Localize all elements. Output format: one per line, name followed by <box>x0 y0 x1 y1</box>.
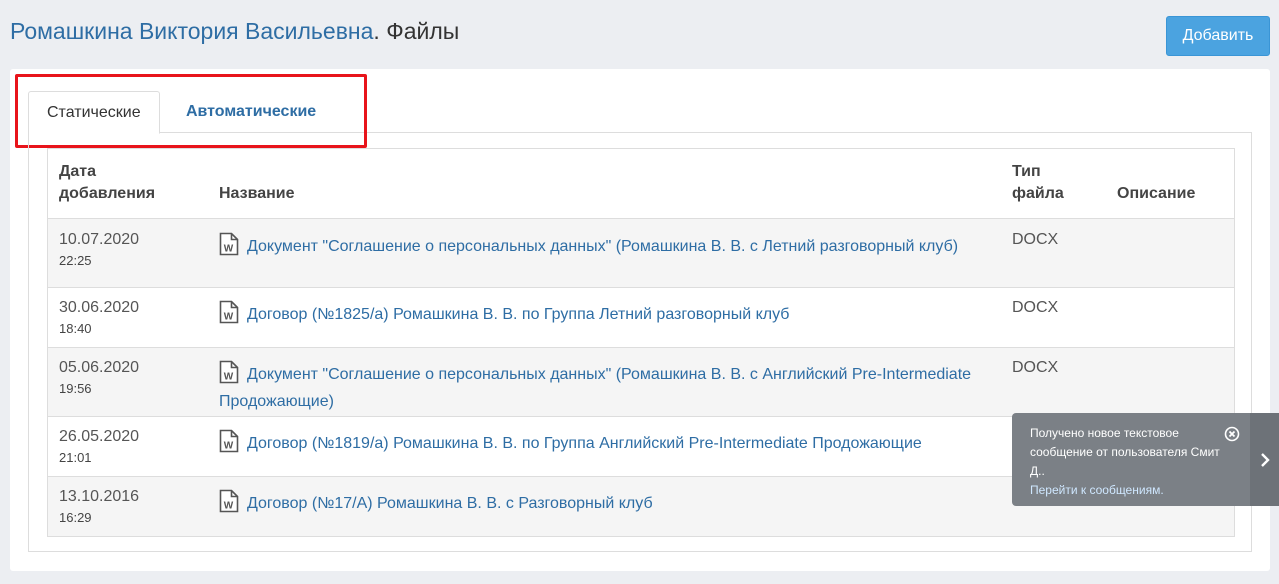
row-date: 26.05.2020 21:01 <box>59 428 140 465</box>
row-type: DOCX <box>1012 359 1059 376</box>
file-link[interactable]: Договор (№1825/а) Ромашкина В. В. по Гру… <box>247 306 789 323</box>
table-row: 10.07.2020 22:25 W Документ "Соглашение о… <box>48 218 1234 287</box>
svg-text:W: W <box>224 372 234 383</box>
table-row: 05.06.2020 19:56 W Документ "Соглашение о… <box>48 347 1234 416</box>
word-document-icon: W <box>219 360 239 391</box>
file-link[interactable]: Договор (№17/А) Ромашкина В. В. с Разгов… <box>247 495 653 512</box>
page-title: Ромашкина Виктория Васильевна. Файлы <box>10 16 459 46</box>
row-name: W Договор (№17/А) Ромашкина В. В. с Разго… <box>219 489 979 520</box>
notification-expand-button[interactable] <box>1250 413 1279 506</box>
row-name: W Договор (№1819/а) Ромашкина В. В. по Гр… <box>219 429 1019 460</box>
column-header-description: Описание <box>1117 185 1196 202</box>
tab-automatic-label: Автоматические <box>186 103 317 120</box>
row-date: 13.10.2016 16:29 <box>59 488 140 525</box>
row-name: W Документ "Соглашение о персональных дан… <box>219 360 979 413</box>
word-document-icon: W <box>219 489 239 520</box>
notification-message: Получено новое текстовое сообщение от по… <box>1030 426 1220 478</box>
column-header-type: Тип файла <box>1012 163 1064 202</box>
notification-toast: Получено новое текстовое сообщение от по… <box>1012 413 1279 506</box>
row-date: 05.06.2020 19:56 <box>59 359 140 396</box>
row-type: DOCX <box>1012 231 1059 248</box>
column-header-name: Название <box>219 185 295 202</box>
row-name: W Договор (№1825/а) Ромашкина В. В. по Гр… <box>219 300 979 331</box>
svg-text:W: W <box>224 441 234 452</box>
file-link[interactable]: Документ "Соглашение о персональных данн… <box>219 366 971 410</box>
table-header: Дата добавления Название Тип файла Описани… <box>48 149 1234 218</box>
page-title-suffix: . Файлы <box>373 18 460 44</box>
word-document-icon: W <box>219 300 239 331</box>
chevron-right-icon <box>1261 453 1270 467</box>
notification-link[interactable]: Перейти к сообщениям. <box>1030 483 1164 497</box>
row-name: W Документ "Соглашение о персональных дан… <box>219 232 979 263</box>
tabs-bar: Статические Автоматические <box>28 91 1252 134</box>
close-circle-icon[interactable] <box>1224 426 1240 442</box>
svg-text:W: W <box>224 244 234 255</box>
notification-body: Получено новое текстовое сообщение от по… <box>1030 424 1230 500</box>
row-type: DOCX <box>1012 299 1059 316</box>
tab-automatic[interactable]: Автоматические <box>168 91 334 134</box>
row-date: 30.06.2020 18:40 <box>59 299 140 336</box>
tab-static-label: Статические <box>47 104 141 121</box>
add-button[interactable]: Добавить <box>1166 16 1270 56</box>
word-document-icon: W <box>219 232 239 263</box>
table-row: 30.06.2020 18:40 W Договор (№1825/а) Рома… <box>48 287 1234 347</box>
svg-text:W: W <box>224 312 234 323</box>
svg-text:W: W <box>224 501 234 512</box>
tab-static[interactable]: Статические <box>28 91 160 134</box>
column-header-date: Дата добавления <box>59 163 156 202</box>
word-document-icon: W <box>219 429 239 460</box>
file-link[interactable]: Договор (№1819/а) Ромашкина В. В. по Гру… <box>247 435 922 452</box>
file-link[interactable]: Документ "Соглашение о персональных данн… <box>247 238 958 255</box>
row-date: 10.07.2020 22:25 <box>59 231 140 268</box>
page-title-person: Ромашкина Виктория Васильевна <box>10 18 374 44</box>
